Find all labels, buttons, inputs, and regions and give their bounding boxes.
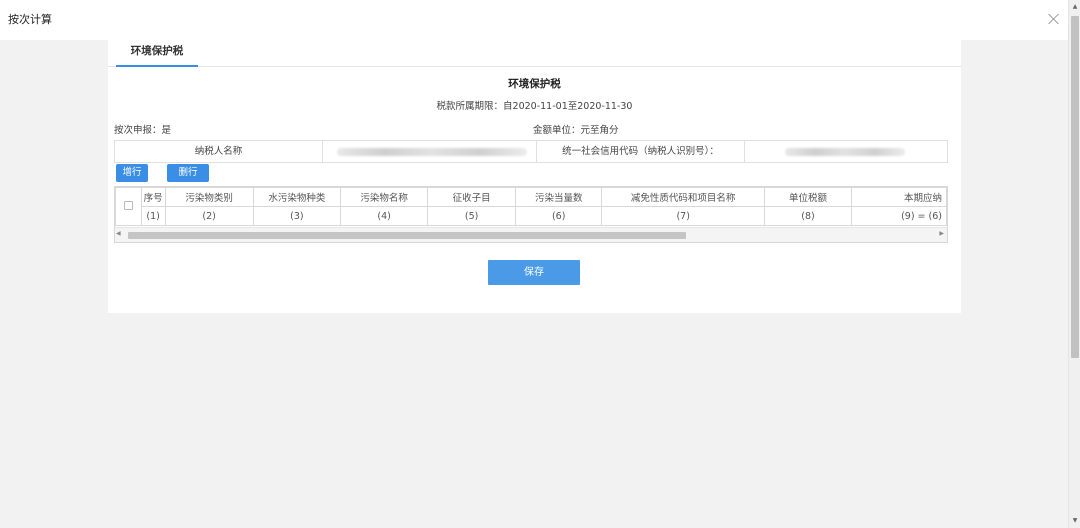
column-index: (1) (140, 206, 166, 226)
column-header: 水污染物种类 (252, 187, 342, 207)
column-index: (9) = (6) (851, 206, 947, 226)
horizontal-scrollbar-thumb[interactable] (128, 232, 686, 239)
column-header: 减免性质代码和项目名称 (601, 187, 766, 207)
column-index: (5) (427, 206, 517, 226)
horizontal-scrollbar[interactable]: ◀ ▶ (115, 227, 947, 242)
scroll-left-arrow-icon[interactable]: ◀ (116, 230, 121, 237)
vertical-scrollbar[interactable]: ▲ ▼ (1068, 0, 1080, 528)
scroll-right-arrow-icon[interactable]: ▶ (939, 230, 944, 237)
window-title: 按次计算 (8, 13, 52, 26)
delete-row-button[interactable]: 删行 (167, 164, 209, 182)
table-header-row: 序号 污染物类别 水污染物种类 污染物名称 征收子目 污染当量数 减免性质代码和… (115, 187, 947, 226)
pollutant-table: 序号 污染物类别 水污染物种类 污染物名称 征收子目 污染当量数 减免性质代码和… (114, 186, 948, 243)
column-header: 单位税额 (764, 187, 852, 207)
form-title: 环境保护税 (508, 78, 561, 90)
taxpayer-name-label: 纳税人名称 (115, 141, 323, 162)
add-row-button[interactable]: 增行 (116, 164, 148, 182)
column-header: 污染当量数 (515, 187, 603, 207)
redacted-credit-code (785, 148, 905, 156)
pollutant-table-grid: 序号 污染物类别 水污染物种类 污染物名称 征收子目 污染当量数 减免性质代码和… (115, 187, 947, 226)
taxpayer-name-value (323, 141, 537, 162)
column-header: 序号 (140, 187, 166, 207)
close-icon[interactable] (1048, 13, 1060, 25)
window-titlebar: 按次计算 (0, 0, 1080, 40)
on-demand-declaration: 按次申报：是 (114, 125, 172, 136)
credit-code-label: 统一社会信用代码（纳税人识别号）： (537, 141, 745, 162)
column-header: 污染物名称 (340, 187, 429, 207)
column-header: 污染物类别 (164, 187, 254, 207)
select-all-cell[interactable] (115, 187, 142, 226)
column-index: (7) (601, 206, 766, 226)
table-index-row: (1) (2) (3) (4) (5) (6) (7) (8) (9) = (6… (116, 206, 947, 226)
tab-environmental-tax[interactable]: 环境保护税 (116, 36, 198, 67)
tab-bar: 环境保护税 (108, 36, 961, 67)
column-index: (8) (764, 206, 852, 226)
column-index: (6) (515, 206, 603, 226)
column-header: 征收子目 (427, 187, 517, 207)
column-header: 本期应纳 (851, 187, 947, 207)
credit-code-value (745, 141, 947, 162)
form-panel: 环境保护税 环境保护税 税款所属期限：自2020-11-01至2020-11-3… (108, 36, 961, 313)
column-index: (4) (340, 206, 429, 226)
scroll-down-arrow-icon[interactable]: ▼ (1069, 516, 1080, 526)
column-index: (2) (164, 206, 254, 226)
column-index: (3) (252, 206, 342, 226)
taxpayer-info-row: 纳税人名称 统一社会信用代码（纳税人识别号）： (114, 140, 948, 163)
select-all-checkbox[interactable] (123, 200, 133, 210)
amount-unit: 金额单位：元至角分 (533, 125, 619, 136)
scroll-up-arrow-icon[interactable]: ▲ (1069, 2, 1080, 12)
redacted-taxpayer-name (337, 148, 527, 156)
tax-period: 税款所属期限：自2020-11-01至2020-11-30 (436, 101, 633, 112)
save-button[interactable]: 保存 (488, 260, 580, 285)
vertical-scrollbar-thumb[interactable] (1071, 16, 1079, 358)
